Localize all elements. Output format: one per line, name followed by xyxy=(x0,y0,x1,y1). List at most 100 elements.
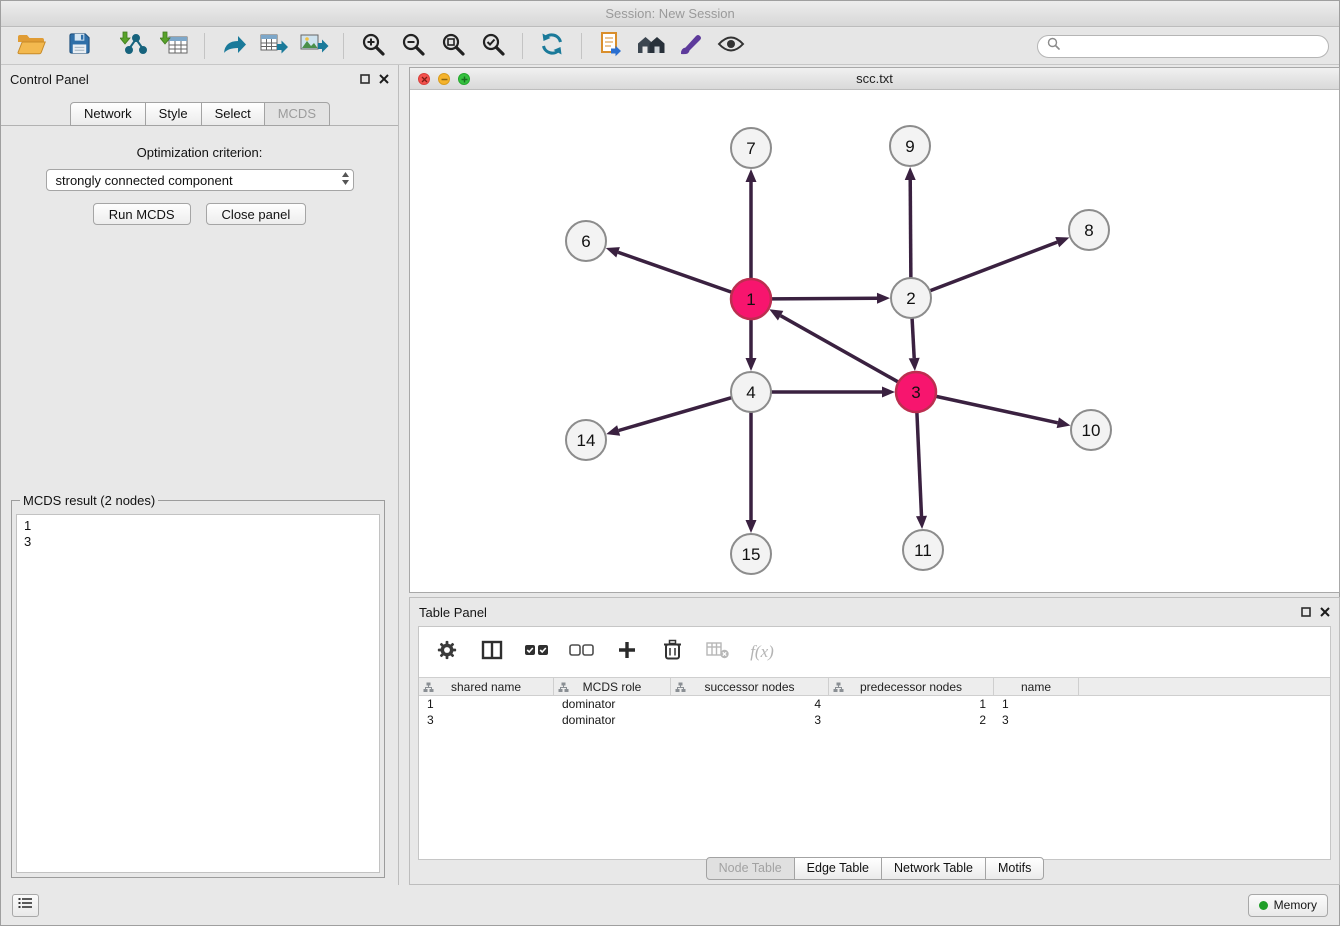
graph-node-4[interactable]: 4 xyxy=(731,372,771,412)
delete-column-button[interactable] xyxy=(654,635,690,669)
tab-mcds[interactable]: MCDS xyxy=(264,102,330,126)
float-panel-icon[interactable] xyxy=(360,72,370,87)
graph-node-10[interactable]: 10 xyxy=(1071,410,1111,450)
apply-style-button[interactable] xyxy=(671,30,711,62)
table-settings-button[interactable] xyxy=(429,635,465,669)
column-header-name[interactable]: name xyxy=(994,678,1079,695)
tab-select[interactable]: Select xyxy=(201,102,265,126)
column-header-predecessor-nodes[interactable]: predecessor nodes xyxy=(829,678,994,695)
delete-table-button[interactable] xyxy=(699,635,735,669)
show-hide-button[interactable] xyxy=(711,30,751,62)
graph-node-11[interactable]: 11 xyxy=(903,530,943,570)
export-table-button[interactable] xyxy=(254,30,294,62)
column-header-mcds-role[interactable]: MCDS role xyxy=(554,678,671,695)
network-canvas[interactable]: 7 9 6 8 1 2 4 3 14 10 15 11 xyxy=(410,90,1339,592)
mcds-result-list[interactable]: 1 3 xyxy=(16,514,380,873)
panel-menu-button[interactable] xyxy=(12,894,39,917)
export-image-button[interactable] xyxy=(294,30,334,62)
svg-text:1: 1 xyxy=(746,290,755,309)
function-builder-button[interactable]: f(x) xyxy=(744,635,780,669)
tab-network[interactable]: Network xyxy=(70,102,146,126)
import-network-button[interactable] xyxy=(115,30,155,62)
tab-edge-table[interactable]: Edge Table xyxy=(794,857,882,880)
float-table-panel-icon[interactable] xyxy=(1301,605,1311,620)
cell-predecessor-nodes[interactable]: 1 xyxy=(829,696,994,712)
zoom-in-button[interactable] xyxy=(353,30,393,62)
svg-text:14: 14 xyxy=(577,431,596,450)
tab-motifs[interactable]: Motifs xyxy=(985,857,1044,880)
table-row[interactable]: 3 dominator 3 2 3 xyxy=(419,712,1330,728)
apply-layout-button[interactable] xyxy=(532,30,572,62)
mcds-result-title: MCDS result (2 nodes) xyxy=(20,493,158,508)
home-network-button[interactable] xyxy=(631,30,671,62)
search-input[interactable] xyxy=(1065,39,1319,53)
export-image-icon xyxy=(299,31,329,62)
svg-text:2: 2 xyxy=(906,289,915,308)
close-panel-icon[interactable] xyxy=(379,72,389,87)
graph-edge-1-6[interactable] xyxy=(618,252,732,292)
cell-predecessor-nodes[interactable]: 2 xyxy=(829,712,994,728)
import-table-button[interactable] xyxy=(155,30,195,62)
svg-text:11: 11 xyxy=(914,541,932,560)
cell-shared-name[interactable]: 3 xyxy=(419,712,554,728)
graph-node-9[interactable]: 9 xyxy=(890,126,930,166)
graph-edge-1-2[interactable] xyxy=(771,298,877,299)
graph-edge-4-14[interactable] xyxy=(619,398,732,431)
cell-mcds-role[interactable]: dominator xyxy=(554,712,671,728)
cell-shared-name[interactable]: 1 xyxy=(419,696,554,712)
open-session-button[interactable] xyxy=(11,30,51,62)
zoom-window-icon[interactable] xyxy=(458,73,470,85)
graph-edge-2-8[interactable] xyxy=(930,242,1058,291)
graph-node-15[interactable]: 15 xyxy=(731,534,771,574)
graph-edge-arrowhead xyxy=(746,169,757,182)
save-session-button[interactable] xyxy=(59,30,99,62)
graph-node-2[interactable]: 2 xyxy=(891,278,931,318)
run-mcds-button[interactable]: Run MCDS xyxy=(93,203,191,225)
clone-network-button[interactable] xyxy=(214,30,254,62)
copy-view-button[interactable] xyxy=(591,30,631,62)
deselect-all-columns-button[interactable] xyxy=(564,635,600,669)
minimize-window-icon[interactable] xyxy=(438,73,450,85)
control-panel-title: Control Panel xyxy=(10,72,89,87)
close-window-icon[interactable] xyxy=(418,73,430,85)
tab-node-table[interactable]: Node Table xyxy=(706,857,795,880)
cell-mcds-role[interactable]: dominator xyxy=(554,696,671,712)
graph-edge-2-9[interactable] xyxy=(910,180,911,278)
cell-name[interactable]: 1 xyxy=(994,696,1079,712)
zoom-selected-button[interactable] xyxy=(473,30,513,62)
column-header-successor-nodes[interactable]: successor nodes xyxy=(671,678,829,695)
graph-node-8[interactable]: 8 xyxy=(1069,210,1109,250)
graph-node-14[interactable]: 14 xyxy=(566,420,606,460)
cell-successor-nodes[interactable]: 3 xyxy=(671,712,829,728)
select-all-columns-button[interactable] xyxy=(519,635,555,669)
network-graph[interactable]: 7 9 6 8 1 2 4 3 14 10 15 11 xyxy=(410,90,1339,592)
graph-node-7[interactable]: 7 xyxy=(731,128,771,168)
graph-edge-3-11[interactable] xyxy=(917,412,922,516)
cell-successor-nodes[interactable]: 4 xyxy=(671,696,829,712)
tab-network-table[interactable]: Network Table xyxy=(881,857,986,880)
graph-node-1[interactable]: 1 xyxy=(731,279,771,319)
create-column-button[interactable] xyxy=(609,635,645,669)
zoom-fit-icon xyxy=(440,31,466,62)
tab-style[interactable]: Style xyxy=(145,102,202,126)
graph-edge-3-10[interactable] xyxy=(936,396,1058,423)
table-row[interactable]: 1 dominator 4 1 1 xyxy=(419,696,1330,712)
open-folder-icon xyxy=(16,31,46,62)
memory-status-icon xyxy=(1259,901,1268,910)
zoom-fit-button[interactable] xyxy=(433,30,473,62)
criterion-dropdown[interactable]: strongly connected component xyxy=(46,169,354,191)
memory-button[interactable]: Memory xyxy=(1248,894,1328,917)
zoom-out-button[interactable] xyxy=(393,30,433,62)
show-columns-button[interactable] xyxy=(474,635,510,669)
graph-edge-3-1[interactable] xyxy=(781,316,899,382)
node-table-body: f(x) shared name MCDS role successor nod… xyxy=(418,626,1331,860)
graph-node-3[interactable]: 3 xyxy=(896,372,936,412)
mcds-result-group: MCDS result (2 nodes) 1 3 xyxy=(11,493,385,878)
graph-node-6[interactable]: 6 xyxy=(566,221,606,261)
svg-text:6: 6 xyxy=(581,232,590,251)
graph-edge-2-3[interactable] xyxy=(912,318,914,358)
column-header-shared-name[interactable]: shared name xyxy=(419,678,554,695)
close-table-panel-icon[interactable] xyxy=(1320,605,1330,620)
cell-name[interactable]: 3 xyxy=(994,712,1079,728)
close-panel-button[interactable]: Close panel xyxy=(206,203,307,225)
